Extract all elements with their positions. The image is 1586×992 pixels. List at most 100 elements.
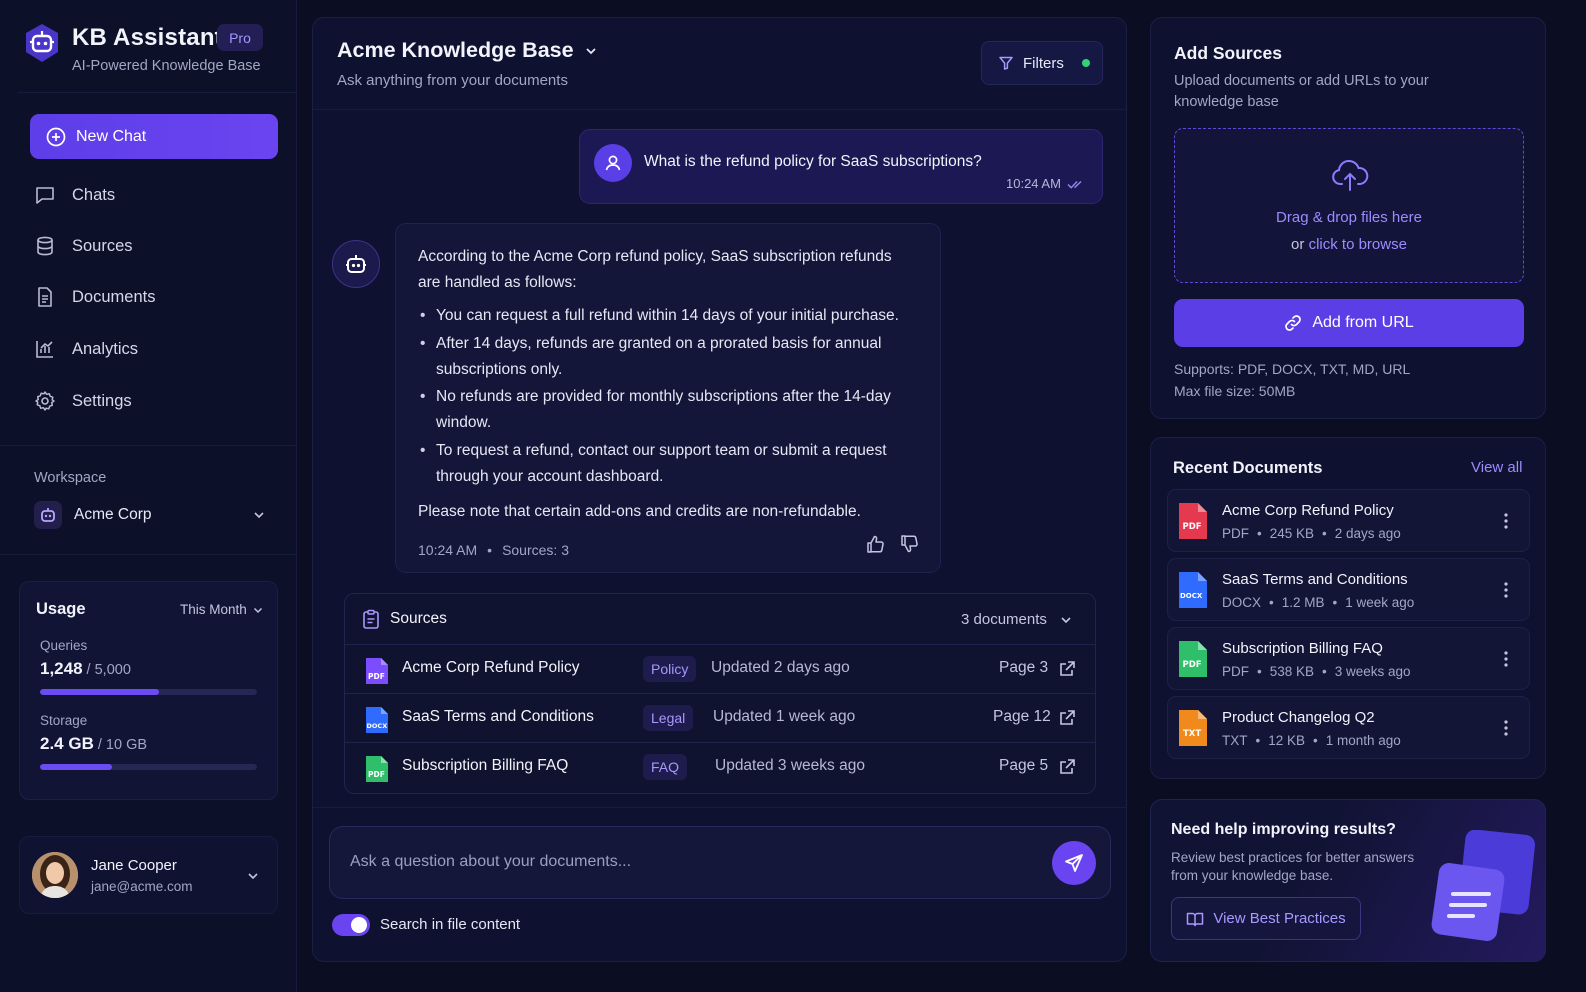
help-card: Need help improving results? Review best…: [1150, 799, 1546, 962]
sources-title: Sources: [390, 610, 447, 627]
separator-dot: •: [1313, 733, 1318, 748]
browse-link[interactable]: click to browse: [1309, 236, 1407, 253]
gear-icon: [34, 390, 56, 412]
workspace-selector[interactable]: Acme Corp: [34, 500, 266, 530]
search-content-toggle[interactable]: [332, 914, 370, 936]
source-tag: FAQ: [643, 754, 688, 780]
external-link-icon[interactable]: [1058, 709, 1076, 727]
usage-card: Usage This Month Queries 1,248 / 5,000 S…: [19, 581, 278, 800]
source-page: Page 12: [993, 708, 1051, 725]
table-row[interactable]: PDF Acme Corp Refund Policy Policy Updat…: [345, 644, 1095, 693]
user-message-text: What is the refund policy for SaaS subsc…: [644, 153, 982, 170]
chevron-down-icon: [252, 508, 266, 522]
nav-item-settings[interactable]: Settings: [34, 381, 274, 421]
document-name: Product Changelog Q2: [1222, 709, 1375, 726]
pro-badge: Pro: [217, 24, 263, 51]
chevron-down-icon: [1059, 613, 1073, 627]
external-link-icon[interactable]: [1058, 660, 1076, 678]
new-chat-button[interactable]: New Chat: [30, 114, 278, 159]
document-name: SaaS Terms and Conditions: [1222, 571, 1408, 588]
svg-text:DOCX: DOCX: [1180, 592, 1203, 600]
list-item: You can request a full refund within 14 …: [418, 303, 918, 329]
document-age: 1 week ago: [1345, 595, 1415, 610]
svg-text:PDF: PDF: [368, 770, 385, 779]
user-name: Jane Cooper: [91, 857, 177, 874]
user-message-time: 10:24 AM: [1006, 176, 1061, 191]
document-age: 3 weeks ago: [1334, 664, 1411, 679]
separator-dot: •: [1269, 595, 1274, 610]
queries-label: Queries: [40, 638, 88, 653]
queries-progress-fill: [40, 689, 160, 695]
filter-icon: [998, 55, 1014, 71]
more-options-icon[interactable]: [1503, 650, 1509, 668]
source-name: SaaS Terms and Conditions: [402, 708, 594, 725]
assistant-note: Please note that certain add-ons and cre…: [418, 502, 861, 520]
user-profile[interactable]: Jane Cooper jane@acme.com: [19, 836, 278, 914]
database-icon: [34, 235, 56, 257]
user-message: What is the refund policy for SaaS subsc…: [579, 129, 1103, 204]
sources-toggle[interactable]: 3 documents: [961, 611, 1073, 628]
nav-item-chats[interactable]: Chats: [34, 175, 274, 215]
add-url-label: Add from URL: [1312, 314, 1414, 331]
max-file-size: Max file size: 50MB: [1174, 383, 1296, 399]
knowledge-base-selector[interactable]: Acme Knowledge Base: [337, 38, 598, 63]
chevron-down-icon: [246, 869, 260, 883]
svg-text:TXT: TXT: [1183, 729, 1201, 739]
table-row[interactable]: PDF Subscription Billing FAQ FAQ Updated…: [345, 742, 1095, 791]
queries-used: 1,248: [40, 659, 83, 678]
thumbs-up-icon[interactable]: [866, 534, 886, 554]
send-icon: [1064, 853, 1084, 873]
chat-panel: Acme Knowledge Base Ask anything from yo…: [312, 17, 1127, 962]
thumbs-down-icon[interactable]: [900, 534, 920, 554]
more-options-icon[interactable]: [1503, 512, 1509, 530]
queries-progress-bar: [40, 689, 257, 695]
nav-item-documents[interactable]: Documents: [34, 277, 274, 317]
list-item[interactable]: DOCX SaaS Terms and Conditions DOCX • 1.2…: [1167, 558, 1530, 621]
document-size: 12 KB: [1268, 733, 1306, 748]
assistant-avatar-icon: [332, 240, 380, 288]
pdf-file-icon: PDF: [364, 754, 390, 784]
separator-dot: •: [487, 542, 493, 558]
sources-header: Sources: [362, 609, 447, 629]
svg-text:PDF: PDF: [368, 672, 385, 681]
list-item[interactable]: PDF Subscription Billing FAQ PDF • 538 KB…: [1167, 627, 1530, 690]
usage-period-select[interactable]: This Month: [180, 602, 264, 617]
cloud-upload-icon: [1331, 159, 1369, 193]
view-all-link[interactable]: View all: [1471, 459, 1522, 476]
storage-label: Storage: [40, 713, 88, 728]
separator-dot: •: [1257, 664, 1262, 679]
documents-illustration-icon: [1427, 830, 1537, 945]
document-name: Acme Corp Refund Policy: [1222, 502, 1394, 519]
list-item[interactable]: TXT Product Changelog Q2 TXT • 12 KB • 1 m…: [1167, 696, 1530, 759]
nav-item-analytics[interactable]: Analytics: [34, 329, 274, 369]
queries-total: / 5,000: [86, 662, 131, 678]
nav-item-sources[interactable]: Sources: [34, 226, 274, 266]
add-from-url-button[interactable]: Add from URL: [1174, 299, 1524, 347]
list-item[interactable]: PDF Acme Corp Refund Policy PDF • 245 KB •…: [1167, 489, 1530, 552]
help-title: Need help improving results?: [1171, 821, 1396, 838]
more-options-icon[interactable]: [1503, 581, 1509, 599]
view-best-practices-button[interactable]: View Best Practices: [1171, 897, 1361, 940]
usage-title: Usage: [36, 600, 86, 618]
send-button[interactable]: [1052, 841, 1096, 885]
document-icon: [34, 286, 56, 308]
table-row[interactable]: DOCX SaaS Terms and Conditions Legal Upd…: [345, 693, 1095, 742]
more-options-icon[interactable]: [1503, 719, 1509, 737]
divider: [313, 109, 1126, 110]
drop-text: Drag & drop files here: [1276, 209, 1422, 226]
document-age: 2 days ago: [1334, 526, 1401, 541]
source-page: Page 3: [999, 659, 1049, 676]
external-link-icon[interactable]: [1058, 758, 1076, 776]
storage-progress-bar: [40, 764, 257, 770]
filters-label: Filters: [1023, 54, 1064, 72]
nav-label: Documents: [72, 287, 156, 306]
filters-button[interactable]: Filters: [981, 41, 1103, 85]
source-updated: Updated 1 week ago: [713, 708, 856, 725]
user-avatar-icon: [594, 144, 632, 182]
file-drop-zone[interactable]: Drag & drop files here or click to brows…: [1174, 128, 1524, 283]
svg-text:PDF: PDF: [1183, 522, 1202, 532]
chat-input[interactable]: [350, 849, 1030, 875]
source-page: Page 5: [999, 757, 1049, 774]
divider: [18, 92, 296, 93]
chat-input-box: [329, 826, 1111, 899]
